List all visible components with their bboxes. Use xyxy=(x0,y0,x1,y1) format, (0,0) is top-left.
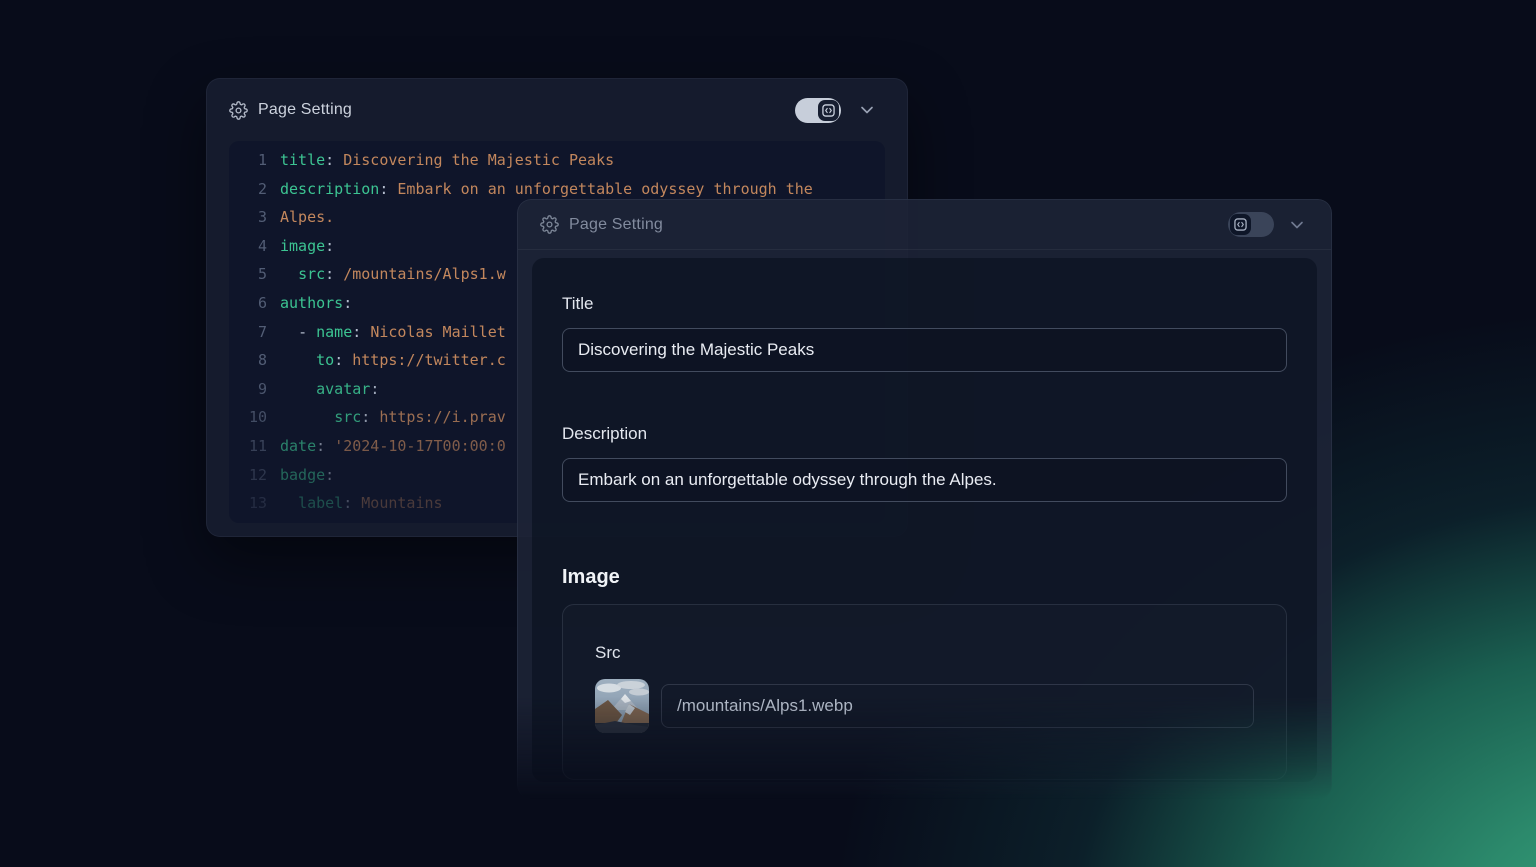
panel-title: Page Setting xyxy=(569,216,663,234)
description-input[interactable] xyxy=(562,458,1287,502)
code-panel-header: Page Setting xyxy=(207,79,907,141)
src-label: Src xyxy=(595,643,1254,663)
chevron-down-icon[interactable] xyxy=(857,100,877,120)
mountain-photo-thumbnail[interactable] xyxy=(595,679,649,733)
gear-icon xyxy=(540,215,559,234)
toggle-knob xyxy=(818,100,839,121)
title-label: Title xyxy=(562,294,1287,314)
code-brackets-icon xyxy=(1234,218,1247,231)
toggle-knob xyxy=(1230,214,1251,235)
code-brackets-icon xyxy=(822,104,835,117)
gear-icon xyxy=(229,101,248,120)
form-panel-header: Page Setting xyxy=(518,200,1331,250)
description-label: Description xyxy=(562,424,1287,444)
panel-title: Page Setting xyxy=(258,101,352,119)
image-section-card: Src xyxy=(562,604,1287,780)
code-line: 1title: Discovering the Majestic Peaks xyxy=(241,146,885,175)
chevron-down-icon[interactable] xyxy=(1287,215,1307,235)
page-setting-form-panel: Page Setting Title xyxy=(517,199,1332,799)
title-input[interactable] xyxy=(562,328,1287,372)
code-view-toggle[interactable] xyxy=(795,98,841,123)
app-background: { "colors": { "background": "#080c1a", "… xyxy=(0,0,1536,867)
description-field-group: Description xyxy=(562,424,1287,502)
title-field-group: Title xyxy=(562,294,1287,372)
form-body: Title Description Image Src xyxy=(532,258,1317,782)
code-view-toggle[interactable] xyxy=(1228,212,1274,237)
image-section-heading: Image xyxy=(562,564,1287,590)
image-src-input[interactable] xyxy=(661,684,1254,728)
